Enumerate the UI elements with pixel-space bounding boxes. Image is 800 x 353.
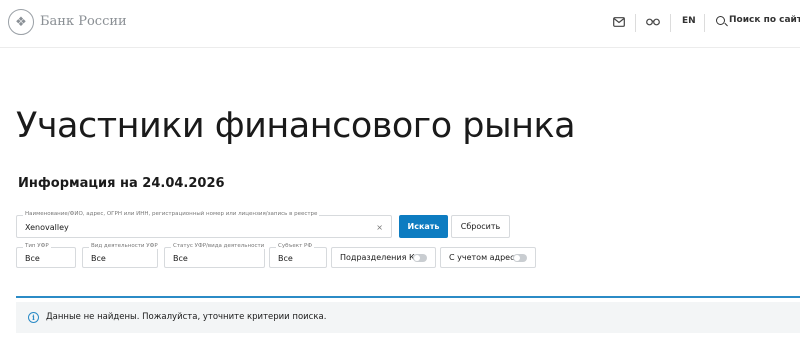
search-icon bbox=[716, 15, 725, 25]
reset-button[interactable]: Сбросить bbox=[451, 215, 510, 238]
language-switch[interactable]: EN bbox=[682, 16, 696, 26]
filter-label: Статус УФР/вида деятельности bbox=[171, 243, 267, 249]
filter-value: Все bbox=[91, 254, 106, 263]
toggle-ko-divisions[interactable]: Подразделения КО bbox=[331, 247, 436, 268]
site-search-button[interactable]: Поиск по сайту bbox=[716, 15, 800, 25]
toggle-label: Подразделения КО bbox=[340, 253, 421, 262]
alert-divider bbox=[16, 296, 800, 298]
search-input-label: Наименование/ФИО, адрес, ОГРН или ИНН, р… bbox=[23, 211, 320, 217]
toggle-label: С учетом адреса bbox=[449, 253, 520, 262]
site-header: ❖ Банк России EN Поиск по сайту bbox=[0, 0, 800, 48]
header-divider bbox=[670, 14, 671, 32]
search-button[interactable]: Искать bbox=[399, 215, 448, 238]
filter-value: Все bbox=[25, 254, 40, 263]
glasses-icon[interactable] bbox=[646, 17, 660, 26]
header-divider bbox=[635, 14, 636, 32]
brand-name[interactable]: Банк России bbox=[40, 14, 127, 29]
alert-message: Данные не найдены. Пожалуйста, уточните … bbox=[46, 312, 327, 322]
info-icon: i bbox=[28, 312, 39, 323]
no-results-alert: i Данные не найдены. Пожалуйста, уточнит… bbox=[16, 302, 800, 333]
filter-label: Тип УФР bbox=[23, 243, 51, 249]
filter-label: Вид деятельности УФР bbox=[89, 243, 160, 249]
toggle-address[interactable]: С учетом адреса bbox=[440, 247, 536, 268]
toggle-switch[interactable] bbox=[513, 254, 527, 262]
mail-icon[interactable] bbox=[613, 17, 625, 27]
filter-type-select[interactable]: Тип УФР Все bbox=[16, 243, 76, 268]
filter-activity-select[interactable]: Вид деятельности УФР Все bbox=[82, 243, 160, 268]
bank-emblem-icon[interactable]: ❖ bbox=[8, 9, 34, 35]
filter-region-select[interactable]: Субъект РФ Все bbox=[269, 243, 327, 268]
filter-label: Субъект РФ bbox=[276, 243, 315, 249]
filter-status-select[interactable]: Статус УФР/вида деятельности Все bbox=[164, 243, 267, 268]
filter-value: Все bbox=[278, 254, 293, 263]
search-input-value[interactable]: Xenovalley bbox=[25, 223, 69, 232]
toggle-switch[interactable] bbox=[413, 254, 427, 262]
filter-value: Все bbox=[173, 254, 188, 263]
search-input[interactable]: Наименование/ФИО, адрес, ОГРН или ИНН, р… bbox=[16, 211, 392, 238]
header-divider bbox=[704, 14, 705, 32]
clear-icon[interactable]: × bbox=[376, 223, 383, 232]
page-title: Участники финансового рынка bbox=[16, 106, 576, 146]
site-search-label: Поиск по сайту bbox=[729, 15, 800, 25]
info-date: Информация на 24.04.2026 bbox=[18, 176, 225, 191]
